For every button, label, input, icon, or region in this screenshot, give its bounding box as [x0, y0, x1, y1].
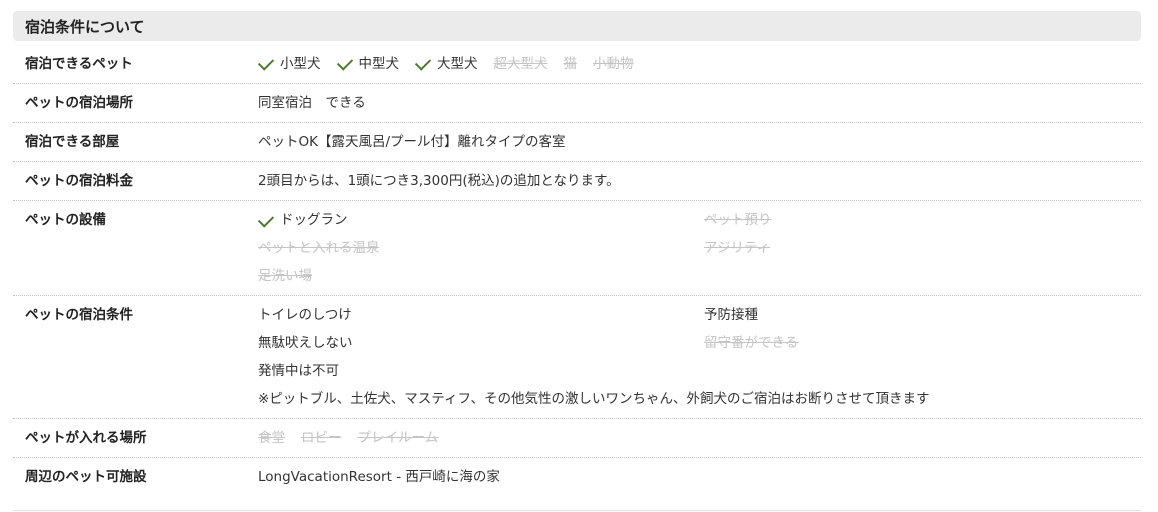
fee-value: 2頭目からは、1頭につき3,300円(税込)の追加となります。 [258, 173, 620, 189]
area-playroom: プレイルーム [357, 430, 439, 446]
condition-toilet-training: トイレのしつけ [258, 307, 352, 323]
check-icon [414, 54, 432, 71]
area-lobby: ロビー [301, 430, 342, 446]
row-nearby: 周辺のペット可施設 LongVacationResort ‐ 西戸崎に海の家 [13, 458, 1141, 496]
row-label: 宿泊できる部屋 [25, 134, 120, 150]
check-icon [257, 211, 275, 228]
rooms-value: ペットOK【露天風呂/プール付】離れタイプの客室 [258, 134, 566, 150]
row-label: ペットの宿泊場所 [25, 95, 133, 111]
conditions-note: ※ピットブル、土佐犬、マスティフ、その他気性の激しいワンちゃん、外飼犬のご宿泊は… [258, 391, 930, 407]
row-fee: ペットの宿泊料金 2頭目からは、1頭につき3,300円(税込)の追加となります。 [13, 162, 1141, 201]
area-dining: 食堂 [258, 430, 285, 446]
condition-no-barking: 無駄吠えしない [258, 335, 353, 351]
row-label: 周辺のペット可施設 [25, 469, 147, 485]
row-pets: 宿泊できるペット 小型犬 中型犬 大型犬 超大型犬 猫 小動物 [13, 45, 1141, 84]
check-icon [336, 54, 353, 71]
check-icon [257, 54, 275, 71]
condition-vaccination: 予防接種 [704, 307, 758, 323]
pet-extra-large-dog: 超大型犬 [493, 56, 548, 72]
row-conditions: ペットの宿泊条件 トイレのしつけ 予防接種 無駄吠えしない 留守番ができる 発情… [13, 296, 1141, 419]
row-label: ペットの設備 [25, 212, 106, 228]
pet-medium-dog: 中型犬 [336, 53, 399, 76]
facility-pet-sitting: ペット預り [704, 212, 772, 228]
section-title: 宿泊条件について [13, 11, 1141, 41]
conditions-table: 宿泊できるペット 小型犬 中型犬 大型犬 超大型犬 猫 小動物 ペットの宿泊場所… [13, 45, 1141, 496]
facility-agility: アジリティ [704, 240, 771, 256]
condition-stay-alone: 留守番ができる [704, 335, 799, 351]
facility-pet-hot-spring: ペットと入れる温泉 [258, 240, 380, 256]
pet-small-animal: 小動物 [593, 56, 634, 72]
row-label: ペットの宿泊条件 [25, 307, 133, 323]
row-label: 宿泊できるペット [25, 56, 133, 72]
row-label: ペットが入れる場所 [25, 430, 147, 446]
facilities-grid: ドッグラン ペット預り ペットと入れる温泉 アジリティ 足洗い場 [257, 209, 1141, 288]
location-value: 同室宿泊 できる [258, 95, 366, 111]
facility-dog-run: ドッグラン [257, 209, 704, 232]
row-facilities: ペットの設備 ドッグラン ペット預り ペットと入れる温泉 アジリティ 足洗い場 [13, 201, 1141, 296]
pets-list: 小型犬 中型犬 大型犬 超大型犬 猫 小動物 [257, 53, 1141, 76]
row-areas: ペットが入れる場所 食堂 ロビー プレイルーム [13, 419, 1141, 458]
row-label: ペットの宿泊料金 [25, 173, 133, 189]
condition-no-heat: 発情中は不可 [258, 363, 339, 379]
pet-small-dog: 小型犬 [257, 53, 321, 76]
bottom-divider [13, 510, 1141, 511]
nearby-value: LongVacationResort ‐ 西戸崎に海の家 [258, 469, 500, 485]
conditions-grid: トイレのしつけ 予防接種 無駄吠えしない 留守番ができる 発情中は不可 ※ピット… [258, 304, 1141, 411]
row-location: ペットの宿泊場所 同室宿泊 できる [13, 84, 1141, 123]
row-rooms: 宿泊できる部屋 ペットOK【露天風呂/プール付】離れタイプの客室 [13, 123, 1141, 162]
pet-large-dog: 大型犬 [414, 53, 478, 76]
facility-foot-wash: 足洗い場 [258, 268, 312, 284]
areas-list: 食堂 ロビー プレイルーム [258, 427, 1141, 450]
pet-cat: 猫 [563, 56, 578, 72]
stay-conditions-section: 宿泊条件について 宿泊できるペット 小型犬 中型犬 大型犬 超大型犬 猫 小動物… [13, 11, 1141, 496]
